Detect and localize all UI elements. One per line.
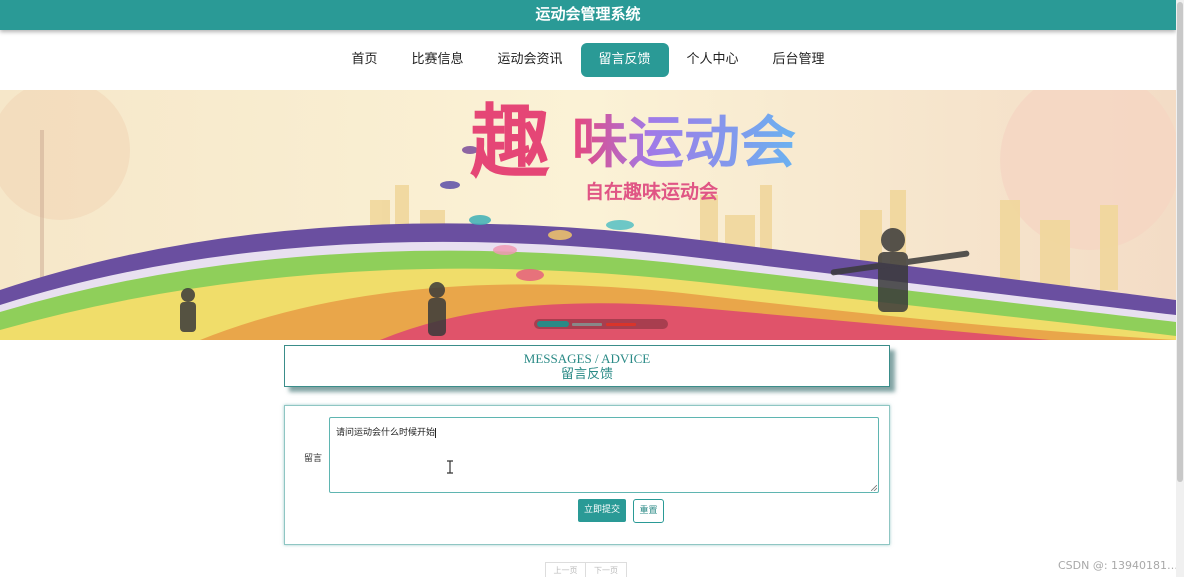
watermark: CSDN @: 13940181… bbox=[1058, 559, 1179, 572]
reset-button[interactable]: 重置 bbox=[633, 499, 664, 523]
nav-item-home[interactable]: 首页 bbox=[335, 43, 393, 77]
banner-headline: 味运动会 bbox=[572, 111, 796, 176]
nav-item-feedback[interactable]: 留言反馈 bbox=[580, 43, 669, 77]
carousel-dot-2[interactable] bbox=[572, 323, 602, 326]
scrollbar-thumb[interactable] bbox=[1177, 2, 1183, 482]
app-title-bar: 运动会管理系统 bbox=[0, 0, 1176, 30]
prev-page-button[interactable]: 上一页 bbox=[545, 562, 586, 577]
carousel-dot-3[interactable] bbox=[606, 323, 636, 326]
nav-item-profile[interactable]: 个人中心 bbox=[671, 43, 755, 77]
resize-grip-icon[interactable] bbox=[871, 485, 877, 491]
section-title-en: MESSAGES / ADVICE bbox=[523, 351, 651, 366]
message-text: 请问运动会什么时候开始 bbox=[336, 428, 436, 438]
banner-subheadline: 自在趣味运动会 bbox=[585, 180, 718, 203]
nav-item-matches[interactable]: 比赛信息 bbox=[395, 43, 479, 77]
message-label: 留言 bbox=[304, 454, 323, 464]
nav-item-news[interactable]: 运动会资讯 bbox=[481, 43, 578, 77]
pagination: 上一页 下一页 bbox=[545, 562, 627, 577]
main-nav: 首页 比赛信息 运动会资讯 留言反馈 个人中心 后台管理 bbox=[0, 30, 1176, 90]
app-title: 运动会管理系统 bbox=[535, 5, 641, 23]
text-cursor-icon bbox=[447, 460, 453, 474]
nav-item-admin[interactable]: 后台管理 bbox=[757, 43, 841, 77]
text-caret bbox=[435, 427, 437, 438]
banner-illustration: 趣 味运动会 自在趣味运动会 bbox=[0, 90, 1176, 340]
next-page-button[interactable]: 下一页 bbox=[586, 562, 627, 577]
banner-headline-char: 趣 bbox=[470, 96, 550, 189]
hero-banner: 趣 味运动会 自在趣味运动会 bbox=[0, 90, 1176, 340]
page-scrollbar[interactable] bbox=[1176, 0, 1184, 577]
message-textarea[interactable]: 请问运动会什么时候开始 bbox=[329, 417, 879, 493]
section-heading: MESSAGES / ADVICE 留言反馈 bbox=[284, 345, 890, 387]
submit-button[interactable]: 立即提交 bbox=[578, 499, 626, 522]
section-title-zh: 留言反馈 bbox=[560, 366, 613, 381]
carousel-dot-1[interactable] bbox=[537, 321, 569, 327]
page: 运动会管理系统 首页 比赛信息 运动会资讯 留言反馈 个人中心 后台管理 趣 味… bbox=[0, 0, 1184, 577]
feedback-form: 留言 请问运动会什么时候开始 立即提交 重置 bbox=[284, 405, 890, 545]
